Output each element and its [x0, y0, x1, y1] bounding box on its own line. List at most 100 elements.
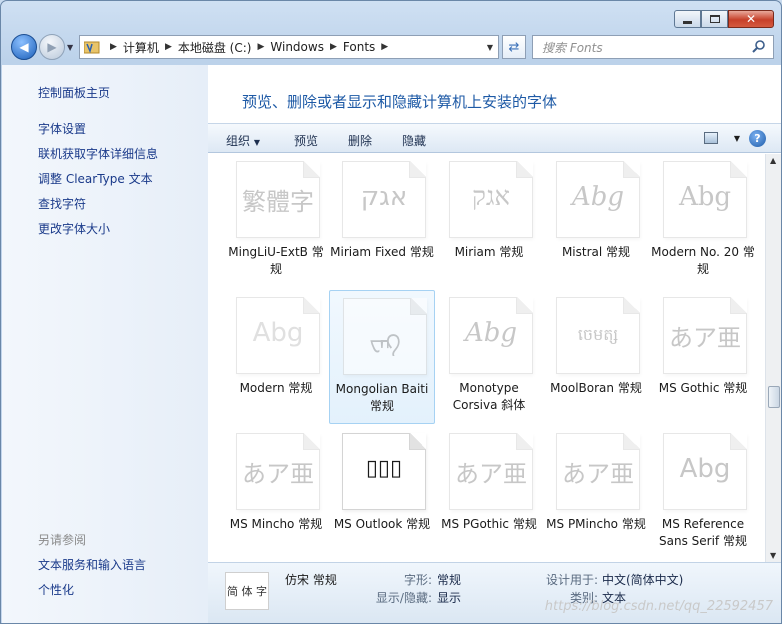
get-font-info-online-link[interactable]: 联机获取字体详细信息 — [38, 145, 158, 162]
view-dropdown-icon[interactable]: ▼ — [734, 134, 740, 143]
font-settings-link[interactable]: 字体设置 — [38, 120, 86, 137]
search-input[interactable]: 搜索 Fonts — [532, 35, 774, 59]
address-bar[interactable]: ▶ 计算机 ▶ 本地磁盘 (C:) ▶ Windows ▶ Fonts ▶ ▼ — [79, 35, 499, 59]
font-sample-glyph: ᠸᠨᠺ — [369, 331, 401, 356]
page-title: 预览、删除或者显示和隐藏计算机上安装的字体 — [242, 93, 558, 111]
hide-button[interactable]: 隐藏 — [402, 132, 426, 149]
change-view-icon[interactable] — [704, 132, 718, 144]
font-sample-glyph: ចេមត្ស — [577, 325, 619, 344]
font-item[interactable]: ▯▯▯ MS Outlook 常规 — [329, 426, 435, 560]
font-name-label: MS Mincho 常规 — [229, 517, 323, 531]
font-name-label: MS Reference Sans Serif 常规 — [659, 517, 747, 548]
back-button[interactable]: ◀ — [11, 34, 37, 60]
watermark: https://blog.csdn.net/qq_22592457 — [544, 599, 773, 614]
font-sample-glyph: あア亜 — [669, 324, 741, 352]
font-item[interactable]: あア亜 MS PGothic 常规 — [436, 426, 542, 560]
scrollbar-thumb[interactable] — [768, 386, 780, 408]
main-content: 预览、删除或者显示和隐藏计算机上安装的字体 组织 ▼ 预览 删除 隐藏 ▼ ? … — [208, 65, 781, 623]
font-document-icon: 繁體字 — [236, 161, 320, 238]
font-document-icon: Abg — [236, 297, 320, 374]
change-font-size-link[interactable]: 更改字体大小 — [38, 220, 110, 237]
close-icon: ✕ — [745, 12, 757, 26]
text-services-link[interactable]: 文本服务和输入语言 — [38, 556, 146, 573]
chevron-right-icon[interactable]: ▶ — [381, 42, 388, 52]
font-item[interactable]: あア亜 MS Mincho 常规 — [223, 426, 329, 560]
show-hide-label: 显示/隐藏: — [375, 591, 432, 605]
font-sample-glyph: Abg — [678, 182, 732, 212]
adjust-cleartype-link[interactable]: 调整 ClearType 文本 — [38, 170, 153, 187]
font-preview-thumbnail: 简 体 字 — [225, 572, 269, 610]
font-item[interactable]: אגק Miriam Fixed 常规 — [329, 154, 435, 288]
font-item[interactable]: Abg Modern 常规 — [223, 290, 329, 424]
refresh-button[interactable]: ⇄ — [502, 35, 526, 59]
show-hide-value: 显示 — [437, 591, 462, 605]
search-icon[interactable] — [751, 39, 767, 55]
style-value: 常规 — [437, 573, 462, 587]
font-name-label: MingLiU-ExtB 常规 — [228, 245, 324, 276]
delete-button[interactable]: 删除 — [348, 132, 372, 149]
chevron-right-icon: ▶ — [110, 42, 117, 52]
designed-for-label: 设计用于: — [545, 573, 598, 587]
explorer-window: ✕ ◀ ▶ ▼ ▶ 计算机 ▶ 本地磁盘 (C:) ▶ Windows ▶ Fo… — [0, 0, 782, 624]
breadcrumb-local-disk[interactable]: 本地磁盘 (C:) — [178, 39, 252, 56]
fonts-folder-icon — [84, 41, 100, 54]
font-name-label: Mistral 常规 — [561, 245, 631, 259]
font-item[interactable]: 繁體字 MingLiU-ExtB 常规 — [223, 154, 329, 288]
font-name-label: MS Gothic 常规 — [658, 381, 748, 395]
font-sample-glyph: Abg — [464, 318, 518, 348]
breadcrumb-fonts[interactable]: Fonts — [343, 40, 375, 54]
font-document-icon: ᠸᠨᠺ — [343, 298, 427, 375]
control-panel-home-link[interactable]: 控制面板主页 — [38, 84, 110, 101]
preview-button[interactable]: 预览 — [294, 132, 318, 149]
close-button[interactable]: ✕ — [728, 10, 774, 28]
address-dropdown-icon[interactable]: ▼ — [487, 43, 493, 52]
font-sample-glyph: 繁體字 — [242, 188, 314, 216]
font-document-icon: Abg — [663, 161, 747, 238]
font-item-selected[interactable]: ᠸᠨᠺ Mongolian Baiti 常规 — [329, 290, 435, 424]
font-item[interactable]: Abg Monotype Corsiva 斜体 — [436, 290, 542, 424]
font-item[interactable]: Abg MS Reference Sans Serif 常规 — [650, 426, 756, 560]
style-label: 字形: — [403, 573, 432, 587]
font-item[interactable]: Abg Mistral 常规 — [543, 154, 649, 288]
help-icon[interactable]: ? — [749, 130, 766, 147]
font-name-label: MS Outlook 常规 — [333, 517, 431, 531]
font-item[interactable]: あア亜 MS Gothic 常规 — [650, 290, 756, 424]
command-bar: 组织 ▼ 预览 删除 隐藏 ▼ ? — [208, 123, 781, 153]
chevron-right-icon[interactable]: ▶ — [165, 42, 172, 52]
chevron-right-icon[interactable]: ▶ — [257, 42, 264, 52]
scroll-down-icon[interactable]: ▼ — [770, 551, 776, 560]
breadcrumb-windows[interactable]: Windows — [270, 40, 324, 54]
font-name-label: Mongolian Baiti 常规 — [335, 382, 429, 413]
font-item[interactable]: あア亜 MS PMincho 常规 — [543, 426, 649, 560]
font-name-label: MS PMincho 常规 — [546, 517, 646, 531]
font-sample-glyph: Abg — [679, 454, 731, 484]
minimize-button[interactable] — [674, 10, 701, 28]
forward-button[interactable]: ▶ — [39, 34, 65, 60]
font-document-icon: あア亜 — [449, 433, 533, 510]
recent-pages-dropdown[interactable]: ▼ — [67, 43, 73, 52]
personalization-link[interactable]: 个性化 — [38, 581, 74, 598]
font-document-icon: Abg — [449, 297, 533, 374]
scroll-up-icon[interactable]: ▲ — [770, 156, 776, 165]
font-item[interactable]: אגק Miriam 常规 — [436, 154, 542, 288]
font-document-icon: Abg — [556, 161, 640, 238]
font-sample-glyph: あア亜 — [455, 460, 527, 488]
left-task-pane: 控制面板主页 字体设置 联机获取字体详细信息 调整 ClearType 文本 查… — [2, 65, 208, 623]
chevron-right-icon[interactable]: ▶ — [330, 42, 337, 52]
font-item[interactable]: ចេមត្ស MoolBoran 常规 — [543, 290, 649, 424]
font-document-icon: ▯▯▯ — [342, 433, 426, 510]
vertical-scrollbar[interactable]: ▲ ▼ — [765, 154, 781, 562]
font-document-icon: Abg — [663, 433, 747, 510]
selected-font-name: 仿宋 常规 — [285, 573, 337, 587]
breadcrumb-computer[interactable]: 计算机 — [123, 39, 159, 56]
font-name-label: MoolBoran 常规 — [550, 381, 642, 395]
font-name-label: MS PGothic 常规 — [441, 517, 537, 531]
search-placeholder: 搜索 Fonts — [542, 40, 603, 55]
organize-button[interactable]: 组织 ▼ — [226, 132, 260, 149]
font-item[interactable]: Abg Modern No. 20 常规 — [650, 154, 756, 288]
font-sample-glyph: אגק — [360, 182, 408, 212]
find-character-link[interactable]: 查找字符 — [38, 195, 86, 212]
see-also-heading: 另请参阅 — [38, 533, 87, 547]
maximize-button[interactable] — [701, 10, 728, 28]
chevron-down-icon: ▼ — [253, 138, 260, 147]
